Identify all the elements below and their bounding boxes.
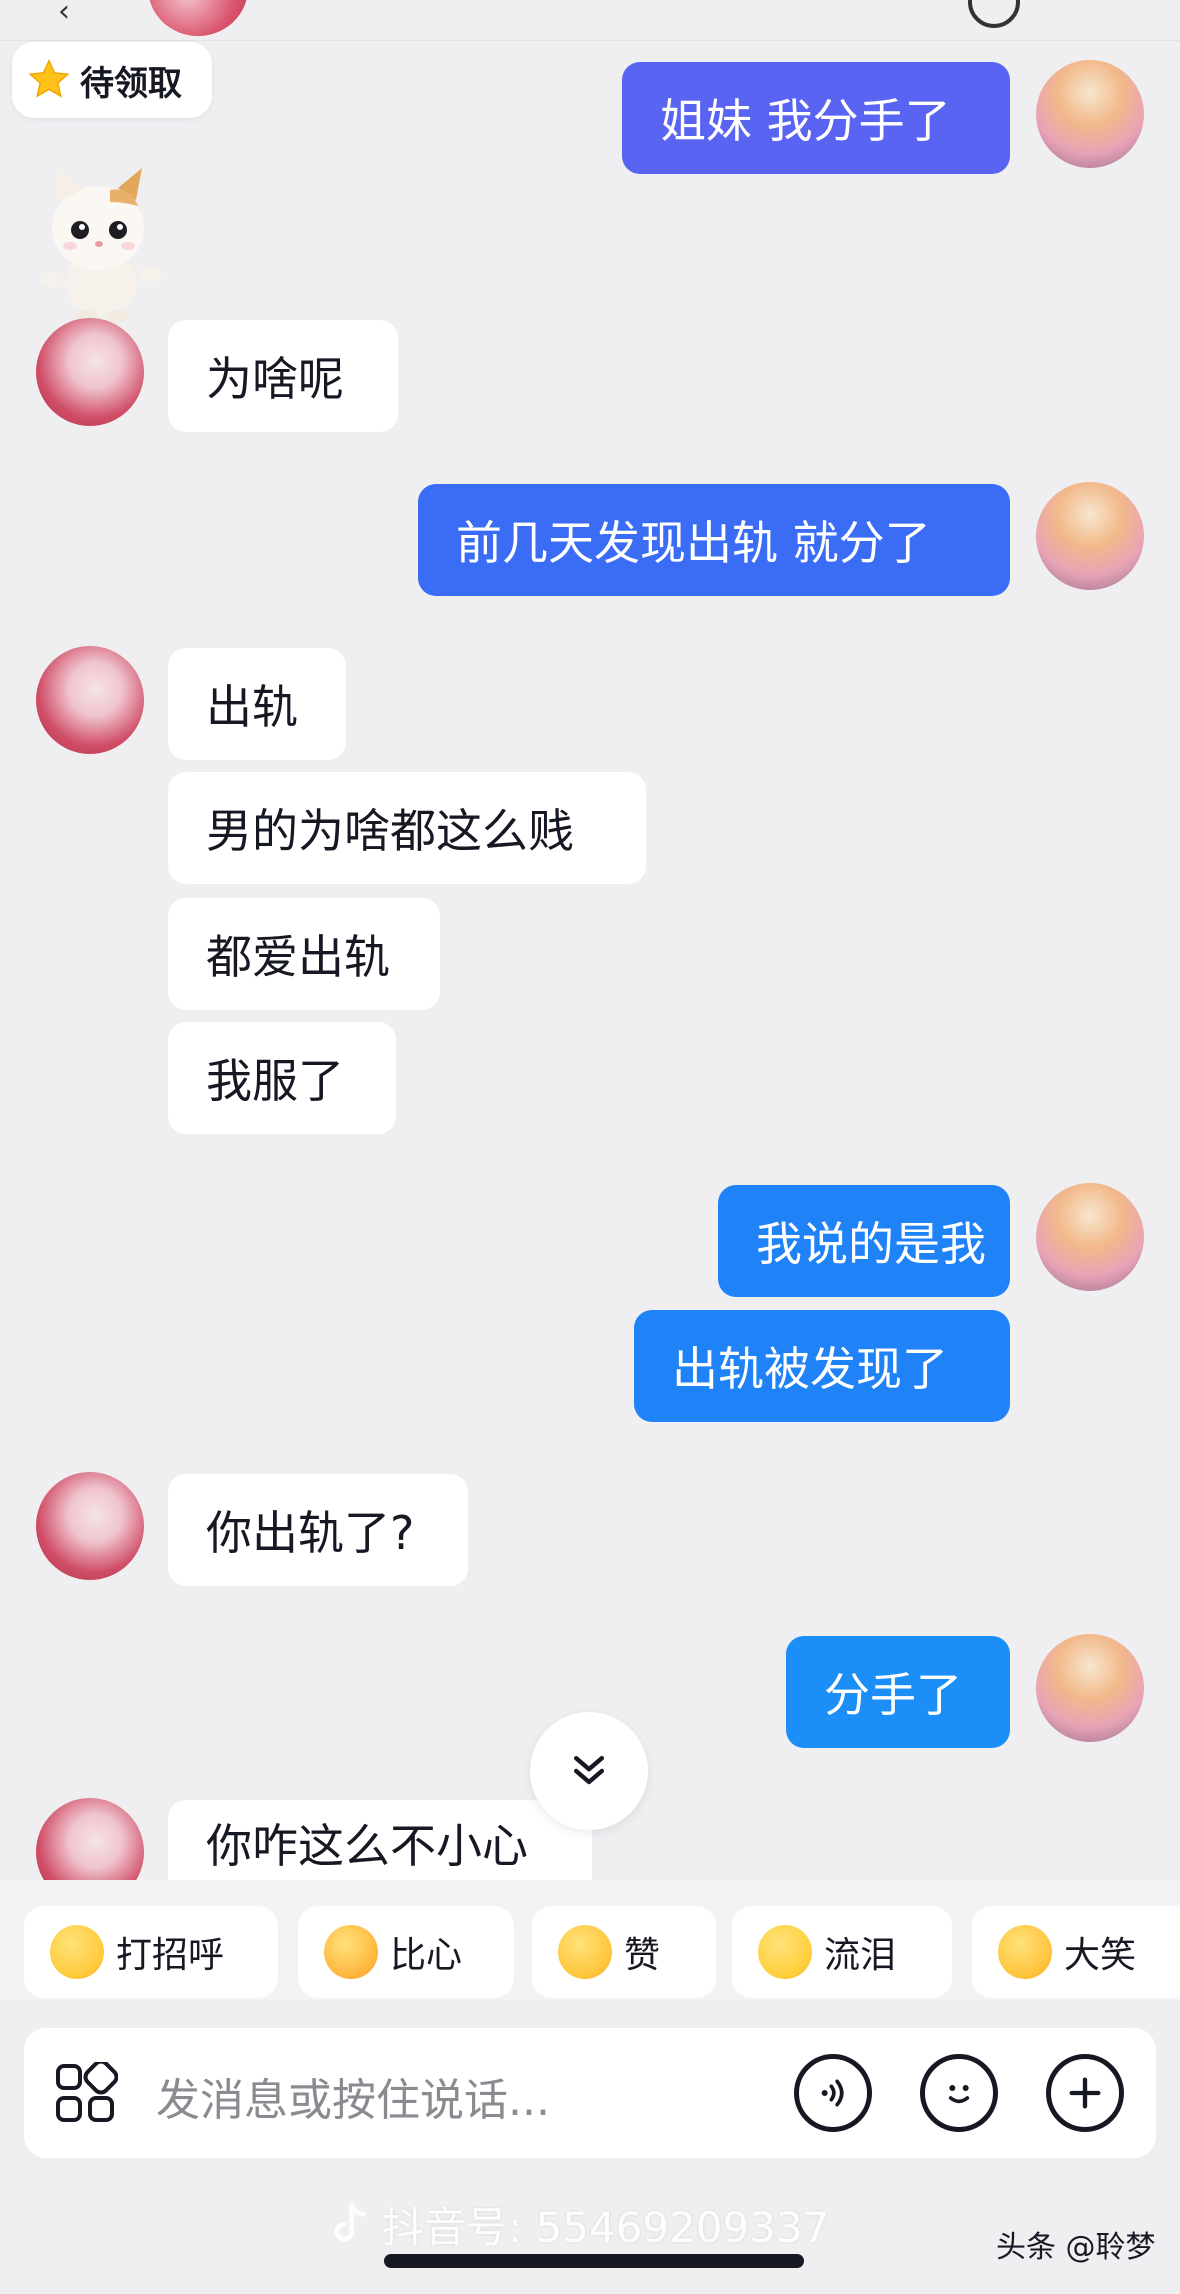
received-message-bubble[interactable]: 男的为啥都这么贱: [168, 772, 646, 884]
douyin-logo-icon: [334, 2202, 366, 2241]
contact-avatar[interactable]: [148, 0, 248, 36]
sent-message-bubble[interactable]: 我说的是我: [718, 1185, 1010, 1297]
finger-heart-emoji-icon: [324, 1925, 378, 1979]
quick-reply-label: 比心: [390, 1935, 463, 1976]
plus-button[interactable]: [1046, 2054, 1124, 2132]
sent-message-bubble[interactable]: 前几天发现出轨 就分了: [418, 484, 1010, 596]
friend-avatar[interactable]: [36, 646, 144, 754]
scroll-down-button[interactable]: [530, 1712, 648, 1830]
back-icon[interactable]: ‹: [58, 0, 70, 29]
my-avatar[interactable]: [1036, 482, 1144, 590]
sent-message-bubble[interactable]: 分手了: [786, 1636, 1010, 1748]
friend-avatar[interactable]: [36, 318, 144, 426]
received-message-bubble[interactable]: 为啥呢: [168, 320, 398, 432]
crying-emoji-icon: [758, 1925, 812, 1979]
voice-icon: [821, 2079, 844, 2107]
watermark-text: 抖音号: 55469209337: [382, 2203, 830, 2252]
message-composer: 发消息或按住说话...: [24, 2028, 1156, 2158]
received-message-bubble[interactable]: 我服了: [168, 1022, 396, 1134]
contact-name-cropped: [282, 0, 432, 6]
apps-icon[interactable]: [54, 2062, 118, 2126]
quick-reply-5[interactable]: 大笑: [972, 1906, 1180, 1998]
quick-reply-3[interactable]: 赞: [532, 1906, 716, 1998]
quick-reply-label: 打招呼: [116, 1935, 225, 1976]
home-indicator[interactable]: [384, 2254, 804, 2268]
quick-reply-4[interactable]: 流泪: [732, 1906, 952, 1998]
thumbs-up-emoji-icon: [558, 1925, 612, 1979]
quick-reply-1[interactable]: 打招呼: [24, 1906, 278, 1998]
smile-icon: [948, 2085, 970, 2104]
my-avatar[interactable]: [1036, 1183, 1144, 1291]
claim-label: 待领取: [80, 63, 182, 104]
star-icon: [28, 58, 70, 98]
plus-icon: [1069, 2077, 1101, 2109]
received-message-bubble[interactable]: 你出轨了?: [168, 1474, 468, 1586]
sent-message-bubble[interactable]: 姐妹 我分手了: [622, 62, 1010, 174]
sent-message-bubble[interactable]: 出轨被发现了: [634, 1310, 1010, 1422]
douyin-watermark: 抖音号: 55469209337: [330, 2194, 829, 2255]
chat-header: ‹: [0, 0, 1180, 41]
wave-emoji-icon: [50, 1925, 104, 1979]
my-avatar[interactable]: [1036, 60, 1144, 168]
friend-avatar[interactable]: [36, 1472, 144, 1580]
received-message-bubble[interactable]: 都爱出轨: [168, 898, 440, 1010]
laughing-emoji-icon: [998, 1925, 1052, 1979]
emoji-button[interactable]: [920, 2054, 998, 2132]
more-icon[interactable]: [968, 0, 1020, 28]
quick-reply-2[interactable]: 比心: [298, 1906, 514, 1998]
received-message-bubble[interactable]: 出轨: [168, 648, 346, 760]
cat-sticker[interactable]: [38, 162, 164, 322]
quick-reply-label: 大笑: [1064, 1935, 1137, 1976]
source-credit: 头条 @聆梦: [996, 2230, 1156, 2265]
double-chevron-down-icon: [573, 1755, 605, 1785]
voice-button[interactable]: [794, 2054, 872, 2132]
quick-reply-label: 流泪: [824, 1935, 897, 1976]
message-input[interactable]: 发消息或按住说话...: [156, 2064, 550, 2128]
quick-reply-label: 赞: [624, 1935, 661, 1976]
my-avatar[interactable]: [1036, 1634, 1144, 1742]
claim-badge[interactable]: 待领取: [12, 42, 212, 118]
received-message-bubble[interactable]: 你咋这么不小心: [168, 1800, 592, 1880]
